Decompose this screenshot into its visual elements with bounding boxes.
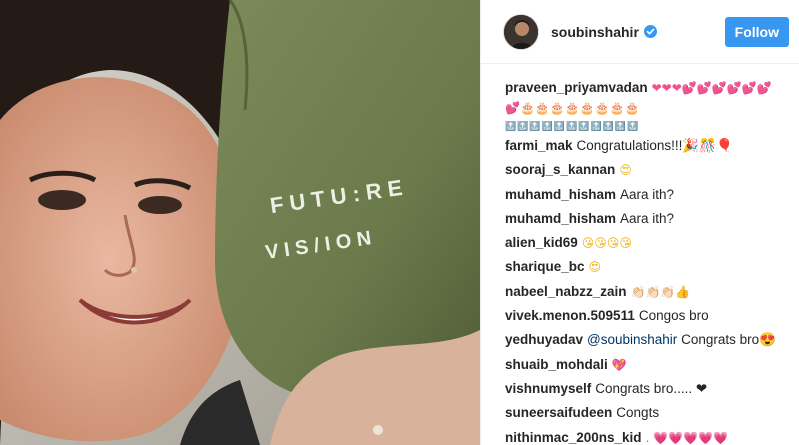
comment-text: 😘😘😘😘: [581, 236, 632, 251]
comment-username[interactable]: alien_kid69: [505, 235, 578, 250]
comment-text: 😍: [619, 163, 632, 178]
comment-item: sooraj_s_kannan 😍: [505, 159, 779, 183]
comment-text: Congrats bro😍: [681, 332, 776, 348]
comment-text: Aara ith?: [620, 210, 675, 226]
comment-item: nabeel_nabzz_zain 👏🏻👏🏻👏🏻👍: [505, 281, 779, 305]
comments-list: praveen_priyamvadan ❤❤❤💕💕💕💕💕💕 💕🎂🎂🎂🎂🎂🎂🎂🎂 🔝…: [481, 64, 799, 445]
comment-username[interactable]: nithinmac_200ns_kid: [505, 430, 642, 445]
comment-username[interactable]: praveen_priyamvadan: [505, 80, 648, 95]
comment-text: . 💗💗💗💗💗: [645, 430, 728, 445]
comment-item: suneersaifudeen Congts: [505, 402, 779, 426]
comment-text: Congts: [616, 405, 660, 421]
comment-username[interactable]: vishnumyself: [505, 381, 591, 396]
post-side-panel: soubinshahir Follow praveen_priyamvadan ❤…: [480, 0, 799, 445]
comment-username[interactable]: yedhuyadav: [505, 332, 583, 347]
comment-text: 😍: [588, 260, 602, 275]
comment-text: 👏🏻👏🏻👏🏻👍: [630, 284, 691, 299]
comment-text: Congratulations!!!🎉🎊🎈: [576, 138, 733, 153]
post-photo: F U T U : R E V I S / I O N: [0, 0, 480, 445]
comment-text-line2: 💕🎂🎂🎂🎂🎂🎂🎂🎂: [505, 101, 640, 115]
comment-username[interactable]: sharique_bc: [505, 259, 585, 274]
comment-username[interactable]: nabeel_nabzz_zain: [505, 284, 627, 299]
post-username[interactable]: soubinshahir: [551, 24, 639, 40]
comment-text: Aara ith?: [620, 186, 675, 202]
comment-item: vishnumyself Congrats bro..... ❤: [505, 378, 779, 402]
avatar-image: [504, 14, 538, 49]
comment-username[interactable]: farmi_mak: [505, 138, 573, 153]
comment-username[interactable]: shuaib_mohdali: [505, 357, 608, 372]
comment-item: muhamd_hisham Aara ith?: [505, 184, 779, 208]
comment-username[interactable]: muhamd_hisham: [505, 211, 616, 226]
comment-username[interactable]: muhamd_hisham: [505, 187, 616, 202]
comment-item: alien_kid69 😘😘😘😘: [505, 232, 779, 256]
comment-username[interactable]: vivek.menon.509511: [505, 308, 635, 323]
post-image: F U T U : R E V I S / I O N: [0, 0, 480, 445]
comment-mention-link[interactable]: @soubinshahir: [587, 332, 677, 347]
avatar[interactable]: [503, 13, 539, 50]
comment-text: Congos bro: [638, 308, 709, 324]
comment-item: vivek.menon.509511 Congos bro: [505, 305, 779, 329]
comment-username[interactable]: sooraj_s_kannan: [505, 162, 615, 177]
comment-item: praveen_priyamvadan ❤❤❤💕💕💕💕💕💕 💕🎂🎂🎂🎂🎂🎂🎂🎂 🔝…: [505, 77, 779, 135]
comment-username[interactable]: suneersaifudeen: [505, 405, 612, 420]
comment-item: shuaib_mohdali 💖: [505, 354, 779, 378]
comment-item: sharique_bc 😍: [505, 256, 779, 280]
comment-text: ❤❤❤💕💕💕💕💕💕: [651, 81, 772, 95]
comment-text: Congrats bro..... ❤: [595, 380, 708, 396]
verified-badge-icon: [643, 25, 657, 38]
follow-button[interactable]: Follow: [724, 16, 789, 47]
comment-text: 💖: [611, 357, 627, 372]
comment-text-line3: 🔝🔝🔝🔝🔝🔝🔝🔝🔝🔝🔝: [505, 121, 640, 131]
comment-item: muhamd_hisham Aara ith?: [505, 208, 779, 232]
comment-item: yedhuyadav @soubinshahir Congrats bro😍: [505, 329, 779, 353]
comment-item: nithinmac_200ns_kid. 💗💗💗💗💗: [505, 427, 779, 445]
post-header: soubinshahir Follow: [481, 0, 799, 64]
comment-item: farmi_mak Congratulations!!!🎉🎊🎈: [505, 135, 779, 159]
